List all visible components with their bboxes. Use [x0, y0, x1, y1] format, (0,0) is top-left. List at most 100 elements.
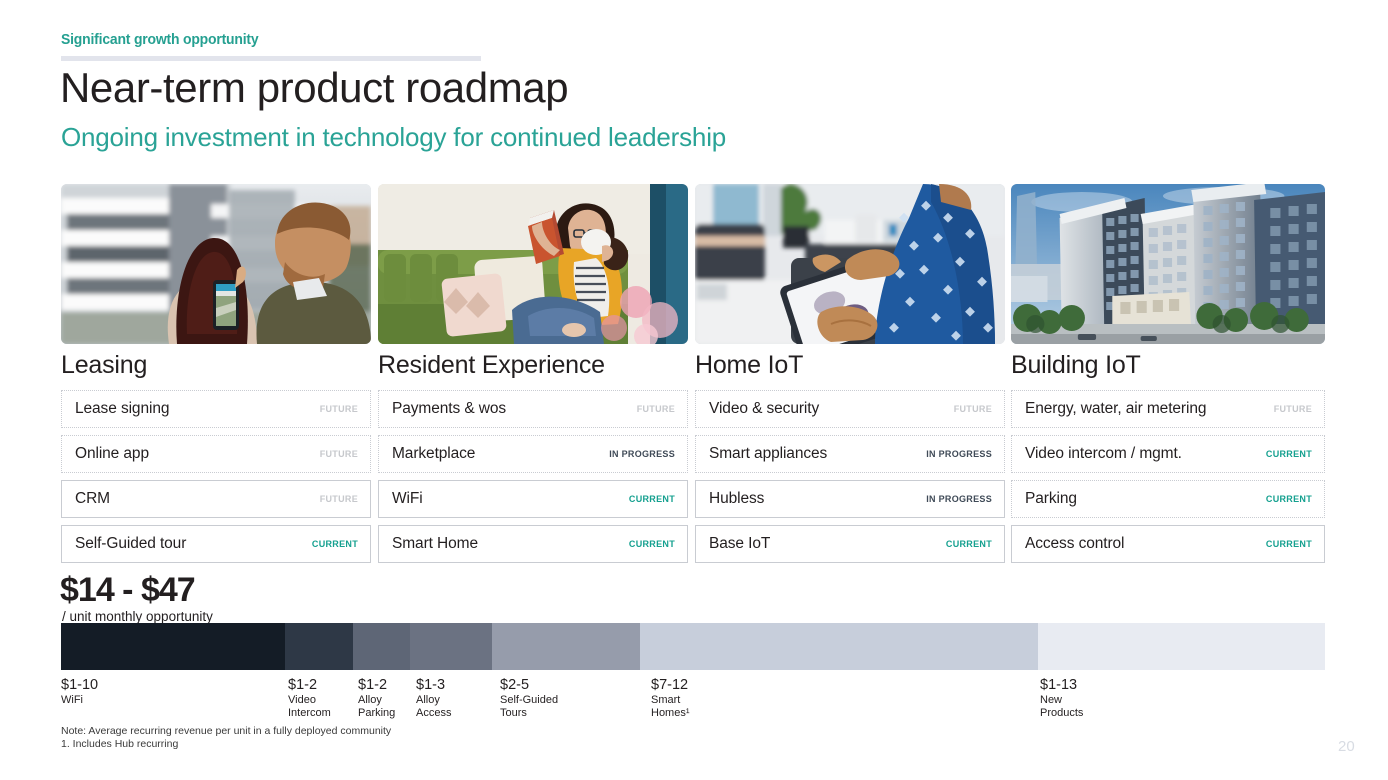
bar-segment	[353, 623, 410, 670]
roadmap-item[interactable]: Payments & wos FUTURE	[378, 390, 688, 428]
roadmap-item-label: WiFi	[392, 490, 423, 507]
roadmap-item[interactable]: WiFi CURRENT	[378, 480, 688, 518]
resident-experience-photo	[378, 184, 688, 344]
column-row-list: Payments & wos FUTURE Marketplace IN PROGRE…	[378, 390, 688, 563]
column-title: Building IoT	[1011, 351, 1141, 379]
roadmap-item-label: Parking	[1025, 490, 1077, 507]
bar-segment-value: $1-2	[358, 677, 388, 693]
roadmap-item-label: Base IoT	[709, 535, 771, 552]
bar-segment	[492, 623, 640, 670]
bar-segment-label: $2-5 Self-Guided Tours	[500, 676, 558, 720]
roadmap-item[interactable]: Energy, water, air metering FUTURE	[1011, 390, 1325, 428]
status-badge: CURRENT	[1265, 449, 1312, 459]
footnote-line: 1. Includes Hub recurring	[61, 738, 179, 750]
bar-segment-name-line2: Homes¹	[651, 707, 690, 719]
bar-segment-value: $1-3	[416, 677, 446, 693]
header-rule	[61, 56, 481, 61]
roadmap-item[interactable]: Video intercom / mgmt. CURRENT	[1011, 435, 1325, 473]
roadmap-item-label: Marketplace	[392, 445, 476, 462]
bar-segment-label: $1-13 New Products	[1040, 676, 1083, 720]
roadmap-item[interactable]: Self-Guided tour CURRENT	[61, 525, 371, 563]
bar-segment	[61, 623, 285, 670]
bar-segment-name-line2: Access	[416, 707, 452, 719]
bar-segment-value: $7-12	[651, 677, 689, 693]
roadmap-item-label: Self-Guided tour	[75, 535, 187, 552]
opportunity-value: $14 - $47	[60, 571, 196, 609]
status-badge: FUTURE	[319, 494, 358, 504]
status-badge: CURRENT	[628, 494, 675, 504]
roadmap-item[interactable]: Lease signing FUTURE	[61, 390, 371, 428]
roadmap-item[interactable]: Smart appliances IN PROGRESS	[695, 435, 1005, 473]
bar-segment-label: $1-2 Alloy Parking	[358, 676, 395, 720]
column-title: Leasing	[61, 351, 148, 379]
bar-segment	[640, 623, 1038, 670]
bar-segment-value: $2-5	[500, 677, 530, 693]
column-title: Resident Experience	[378, 351, 605, 379]
status-badge: CURRENT	[311, 539, 358, 549]
status-badge: IN PROGRESS	[926, 449, 992, 459]
stacked-bar-labels: $1-10 WiFi $1-2 Video Intercom $1-2 Alloy Parki…	[0, 676, 1388, 726]
bar-segment	[1038, 623, 1325, 670]
bar-segment-name-line1: Self-Guided	[500, 694, 559, 706]
roadmap-item-label: Hubless	[709, 490, 765, 507]
roadmap-item-label: Video intercom / mgmt.	[1025, 445, 1182, 462]
roadmap-column-2: Resident Experience Payments & wos FUTURE M…	[378, 184, 688, 570]
bar-segment-name-line2: Parking	[358, 707, 396, 719]
footnotes: Note: Average recurring revenue per unit…	[61, 725, 391, 751]
status-badge: FUTURE	[1273, 404, 1312, 414]
eyebrow-label: Significant growth opportunity	[61, 31, 259, 48]
status-badge: IN PROGRESS	[926, 494, 992, 504]
building-iot-photo	[1011, 184, 1325, 344]
column-row-list: Video & security FUTURE Smart appliances IN…	[695, 390, 1005, 563]
bar-segment	[410, 623, 492, 670]
bar-segment-label: $1-10 WiFi	[61, 676, 98, 707]
roadmap-item[interactable]: Online app FUTURE	[61, 435, 371, 473]
status-badge: IN PROGRESS	[609, 449, 675, 459]
roadmap-item-label: Access control	[1025, 535, 1125, 552]
roadmap-item-label: Energy, water, air metering	[1025, 400, 1207, 417]
roadmap-item-label: Smart Home	[392, 535, 478, 552]
status-badge: CURRENT	[1265, 539, 1312, 549]
status-badge: FUTURE	[953, 404, 992, 414]
status-badge: FUTURE	[636, 404, 675, 414]
roadmap-item-label: Lease signing	[75, 400, 170, 417]
page-title: Near-term product roadmap	[60, 64, 569, 111]
bar-segment-label: $1-2 Video Intercom	[288, 676, 331, 720]
roadmap-item[interactable]: Smart Home CURRENT	[378, 525, 688, 563]
bar-segment-name-line2: Intercom	[288, 707, 331, 719]
roadmap-item[interactable]: Video & security FUTURE	[695, 390, 1005, 428]
leasing-photo	[61, 184, 371, 344]
roadmap-column-4: Building IoT Energy, water, air metering F…	[1011, 184, 1325, 570]
page-subtitle: Ongoing investment in technology for con…	[61, 122, 727, 152]
roadmap-item[interactable]: Marketplace IN PROGRESS	[378, 435, 688, 473]
bar-segment-name-line1: Alloy	[358, 694, 382, 706]
column-row-list: Energy, water, air metering FUTURE Video i…	[1011, 390, 1325, 563]
bar-segment-value: $1-10	[61, 677, 99, 693]
stacked-bar-chart	[61, 623, 1325, 670]
roadmap-item[interactable]: Base IoT CURRENT	[695, 525, 1005, 563]
roadmap-item-label: CRM	[75, 490, 110, 507]
roadmap-column-1: Leasing Lease signing FUTURE Online app FUTU…	[61, 184, 371, 570]
roadmap-item-label: Online app	[75, 445, 149, 462]
roadmap-item[interactable]: Parking CURRENT	[1011, 480, 1325, 518]
roadmap-item[interactable]: Hubless IN PROGRESS	[695, 480, 1005, 518]
bar-segment-name-line2: Products	[1040, 707, 1084, 719]
opportunity-caption: / unit monthly opportunity	[62, 609, 213, 624]
bar-segment-label: $7-12 Smart Homes¹	[651, 676, 690, 720]
bar-segment-name-line1: Video	[288, 694, 316, 706]
slide-root: Significant growth opportunity Near-term…	[0, 0, 1388, 780]
bar-segment-name-line1: Smart	[651, 694, 681, 706]
footnote-line: Note: Average recurring revenue per unit…	[61, 725, 392, 737]
bar-segment-name-line1: WiFi	[61, 694, 83, 706]
status-badge: CURRENT	[1265, 494, 1312, 504]
bar-segment-name-line2: Tours	[500, 707, 527, 719]
roadmap-item[interactable]: Access control CURRENT	[1011, 525, 1325, 563]
roadmap-column-3: Home IoT Video & security FUTURE Smart appl…	[695, 184, 1005, 570]
column-row-list: Lease signing FUTURE Online app FUTURE CRM FU…	[61, 390, 371, 563]
page-number: 20	[1338, 738, 1355, 755]
roadmap-item[interactable]: CRM FUTURE	[61, 480, 371, 518]
bar-segment-name-line1: Alloy	[416, 694, 440, 706]
status-badge: FUTURE	[319, 449, 358, 459]
column-title: Home IoT	[695, 351, 804, 379]
bar-segment	[285, 623, 353, 670]
